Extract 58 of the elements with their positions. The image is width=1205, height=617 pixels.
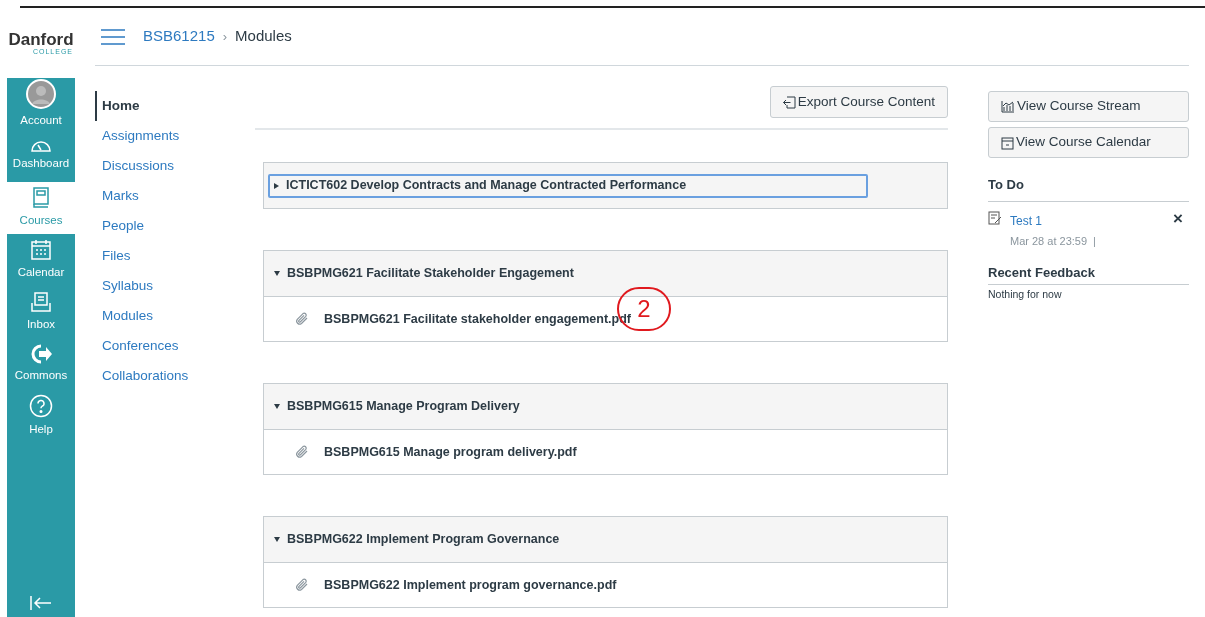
paperclip-icon [294, 311, 310, 327]
collapse-caret-icon [274, 537, 280, 542]
speedometer-icon [30, 139, 52, 152]
calendar-icon [1001, 135, 1014, 150]
todo-separator: | [1093, 233, 1096, 249]
collapse-caret-icon [274, 404, 280, 409]
chart-icon [1001, 100, 1015, 113]
assignment-icon [988, 210, 1002, 225]
global-nav-item[interactable]: Inbox [7, 286, 75, 338]
course-nav-link[interactable]: People [95, 211, 255, 241]
course-nav-link[interactable]: Collaborations [95, 361, 255, 391]
paperclip-icon [294, 577, 310, 593]
book-icon [32, 186, 50, 209]
export-button[interactable]: Export Course Content [769, 86, 948, 118]
breadcrumb-current: Modules [235, 26, 292, 47]
dismiss-button[interactable]: × [1173, 209, 1183, 226]
expand-caret-icon [274, 182, 279, 189]
course-nav-link[interactable]: Modules [95, 301, 255, 331]
module-title: BSBPMG621 Facilitate Stakeholder Engagement [287, 265, 574, 283]
todo-due-date: Mar 28 at 23:59 [1010, 233, 1088, 249]
todo-link[interactable]: Test 1 [1010, 211, 1166, 230]
sidebar-button[interactable]: View Course Stream [988, 91, 1189, 122]
course-nav-link[interactable]: Syllabus [95, 271, 255, 301]
sidebar-button[interactable]: View Course Calendar [988, 127, 1189, 158]
global-nav-item[interactable]: Calendar [7, 234, 75, 286]
collapse-caret-icon [274, 271, 280, 276]
inbox-icon [30, 290, 52, 313]
export-icon [782, 95, 796, 109]
recent-feedback-heading: Recent Feedback [988, 263, 1189, 285]
course-nav-link[interactable]: Discussions [95, 151, 255, 181]
avatar-icon [26, 78, 56, 109]
global-nav-item[interactable]: Account [7, 78, 75, 130]
module-title: BSBPMG615 Manage Program Delivery [287, 398, 520, 416]
global-nav-item[interactable]: Dashboard [7, 130, 75, 182]
course-nav-link[interactable]: Home [95, 91, 255, 121]
menu-icon[interactable] [101, 28, 125, 45]
course-nav-link[interactable]: Marks [95, 181, 255, 211]
collapse-nav-icon[interactable] [30, 595, 52, 611]
course-nav-link[interactable]: Conferences [95, 331, 255, 361]
global-nav-item[interactable]: Commons [7, 338, 75, 390]
help-icon [29, 393, 53, 418]
empty-feedback-text: Nothing for now [988, 286, 1063, 302]
commons-arrow-icon [30, 343, 52, 364]
logo-wordmark: Danford [8, 31, 74, 48]
breadcrumb-link[interactable]: BSB61215 [143, 25, 215, 48]
module-title: BSBPMG622 Implement Program Governance [287, 531, 560, 549]
course-nav-link[interactable]: Files [95, 241, 255, 271]
global-nav-item[interactable]: Help [7, 390, 75, 442]
calendar-icon [30, 238, 52, 261]
module-title: ICTICT602 Develop Contracts and Manage Contracted Performance [286, 177, 687, 195]
course-nav-link[interactable]: Assignments [95, 121, 255, 151]
breadcrumb-separator: › [222, 27, 228, 46]
module-item-link[interactable]: BSBPMG615 Manage program delivery.pdf [324, 442, 577, 462]
module-item-link[interactable]: BSBPMG622 Implement program governance.pdf [324, 575, 617, 595]
global-nav-item[interactable]: Courses [7, 182, 75, 234]
module-header[interactable]: ICTICT602 Develop Contracts and Manage Contracted Performance [268, 173, 868, 198]
todo-heading: To Do [988, 175, 1189, 202]
paperclip-icon [294, 444, 310, 460]
